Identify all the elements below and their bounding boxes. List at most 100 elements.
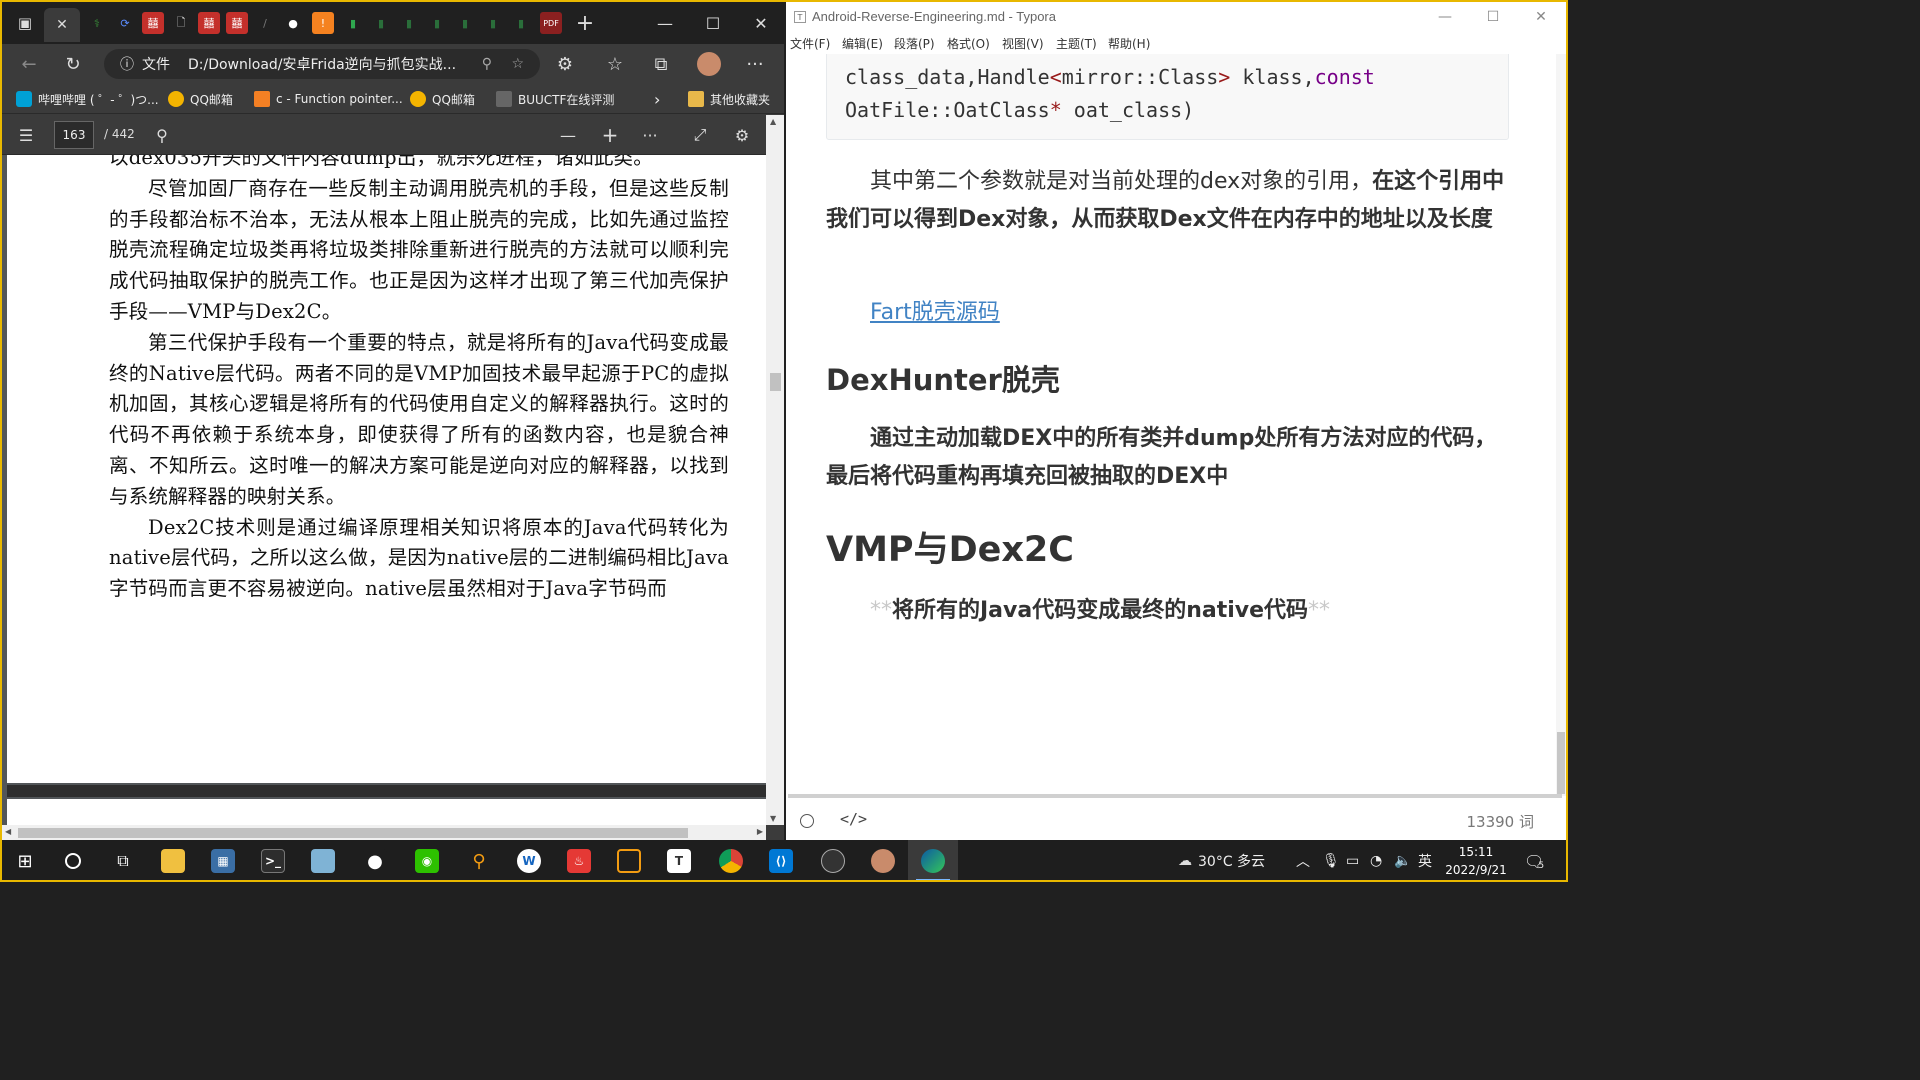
typora-maximize-button[interactable]: ☐ [1470,2,1516,32]
taskbar-obs[interactable] [808,840,858,882]
code-block[interactable]: class_data,Handle<mirror::Class> klass,c… [826,54,1509,140]
bookmark-qqmail-1[interactable]: QQ邮箱 [168,89,233,109]
address-bar[interactable]: ⓘ 文件 D:/Download/安卓Frida逆向与抓包实战... ⚲ ☆ [104,49,540,79]
new-tab-button[interactable]: + [572,10,598,36]
taskbar-notes[interactable] [298,840,348,882]
menu-theme[interactable]: 主题(T) [1056,35,1097,52]
pdf-viewer[interactable]: 以dex035开头的文件内容dump出，就杀死进程，诸如此类。 尽管加固厂商存在… [2,155,766,825]
more-tools-icon[interactable]: ··· [638,123,662,147]
tab-bilibili[interactable]: ⚕ [86,12,108,34]
zoom-out-button[interactable]: — [556,123,580,147]
pdf-vertical-scroll-thumb[interactable] [770,373,781,391]
menu-view[interactable]: 视图(V) [1002,35,1044,52]
typora-vertical-scrollbar[interactable] [1556,54,1566,796]
tab-github[interactable]: ● [282,12,304,34]
taskbar-vscode[interactable]: ⟨⟩ [756,840,806,882]
bookmark-buuctf[interactable]: BUUCTF在线评测 [496,89,614,109]
tab-red-2[interactable]: 囍 [198,12,220,34]
tray-chevron-up-icon[interactable]: ︿ [1296,840,1310,882]
minimize-button[interactable]: — [642,6,688,40]
typora-minimize-button[interactable]: — [1422,2,1468,32]
bookmarks-overflow-chevron-icon[interactable]: › [654,89,660,109]
tab-red-3[interactable]: 囍 [226,12,248,34]
taskbar-calculator[interactable]: ▦ [198,840,248,882]
menu-edit[interactable]: 编辑(E) [842,35,883,52]
fart-source-link[interactable]: Fart脱壳源码 [870,300,1000,325]
word-count[interactable]: 13390 词 [1467,811,1535,832]
page-number-input[interactable]: 163 [54,121,94,149]
taskbar-wechat[interactable]: ◉ [402,840,452,882]
network-icon[interactable]: ◔ [1370,840,1382,882]
taskbar-w-app[interactable]: W [504,840,554,882]
info-icon[interactable]: ⓘ [120,54,134,74]
volume-icon[interactable]: 🔈 [1394,840,1411,882]
favorites-icon[interactable]: ☆ [600,50,630,78]
tab-green-6[interactable]: ▮ [482,12,504,34]
outline-toggle-icon[interactable] [800,814,814,828]
other-bookmarks-folder[interactable]: 其他收藏夹 [688,89,770,109]
system-clock[interactable]: 15:11 2022/9/21 [1440,843,1512,879]
pdf-vertical-scrollbar[interactable]: ▲ ▼ [766,115,784,825]
search-button[interactable] [48,840,98,882]
tab-green-2[interactable]: ▮ [370,12,392,34]
favorite-add-icon[interactable]: ☆ [511,56,524,72]
tab-green-4[interactable]: ▮ [426,12,448,34]
tab-search[interactable]: ⟳ [114,12,136,34]
refresh-button[interactable]: ↻ [58,50,88,78]
typora-close-button[interactable]: ✕ [1518,2,1564,32]
close-window-button[interactable]: ✕ [738,6,784,40]
taskbar-red-app[interactable]: ♨ [554,840,604,882]
start-button[interactable]: ⊞ [0,840,50,882]
tab-pdf-active[interactable]: ✕ [44,8,80,42]
bookmark-qqmail-2[interactable]: QQ邮箱 [410,89,475,109]
bookmark-function-pointer[interactable]: c - Function pointer... [254,89,403,109]
profile-avatar[interactable] [694,50,724,78]
taskbar-terminal[interactable]: >_ [248,840,298,882]
tab-grey[interactable]: / [254,12,276,34]
battery-icon[interactable]: ▭ [1346,840,1359,882]
tab-doc[interactable]: 🗋 [170,12,192,34]
taskbar-typora[interactable]: T [654,840,704,882]
taskbar-chrome[interactable] [706,840,756,882]
close-tab-icon[interactable]: ✕ [56,17,68,33]
tab-red-1[interactable]: 囍 [142,12,164,34]
source-mode-icon[interactable]: </> [840,810,867,828]
taskbar-edge[interactable] [908,840,958,882]
menu-file[interactable]: 文件(F) [790,35,830,52]
bookmark-bilibili[interactable]: 哔哩哔哩 ( ゜- ゜)つ... [16,89,159,109]
microphone-icon[interactable]: 🎙 [1322,840,1340,882]
table-of-contents-icon[interactable]: ☰ [14,123,38,147]
tab-green-5[interactable]: ▮ [454,12,476,34]
tab-actions-icon[interactable]: ▣ [12,10,38,36]
typora-horizontal-scrollbar[interactable] [788,794,1562,798]
search-icon[interactable]: ⚲ [150,123,174,147]
tab-green-3[interactable]: ▮ [398,12,420,34]
pdf-horizontal-scroll-thumb[interactable] [18,828,688,838]
task-view-button[interactable]: ⧉ [98,840,148,882]
tab-green-1[interactable]: ▮ [342,12,364,34]
scroll-right-icon[interactable]: ▶ [757,827,763,836]
maximize-button[interactable]: ☐ [690,6,736,40]
tab-orange[interactable]: ! [312,12,334,34]
editor-content[interactable]: class_data,Handle<mirror::Class> klass,c… [786,54,1556,796]
fit-to-page-icon[interactable]: ⤢ [688,123,712,147]
tab-pdf-2[interactable]: PDF [540,12,562,34]
menu-help[interactable]: 帮助(H) [1108,35,1150,52]
taskbar-search-app[interactable]: ⚲ [454,840,504,882]
weather-widget[interactable]: ☁ 30°C 多云 [1178,840,1265,882]
pdf-horizontal-scrollbar[interactable]: ◀ ▶ [2,825,766,840]
taskbar-qq[interactable]: ● [350,840,400,882]
back-button[interactable]: ← [14,50,44,78]
taskbar-avatar-app[interactable] [858,840,908,882]
menu-paragraph[interactable]: 段落(P) [894,35,935,52]
taskbar-window-app[interactable] [604,840,654,882]
zoom-icon[interactable]: ⚲ [482,56,492,72]
ime-indicator[interactable]: 英 [1418,840,1432,882]
more-menu-icon[interactable]: ··· [740,50,770,78]
scroll-left-icon[interactable]: ◀ [5,827,11,836]
menu-format[interactable]: 格式(O) [947,35,990,52]
collections-icon[interactable]: ⧉ [646,50,676,78]
settings-gear-icon[interactable]: ⚙ [730,123,754,147]
extensions-icon[interactable]: ⚙ [550,50,580,78]
scroll-down-icon[interactable]: ▼ [770,814,776,823]
